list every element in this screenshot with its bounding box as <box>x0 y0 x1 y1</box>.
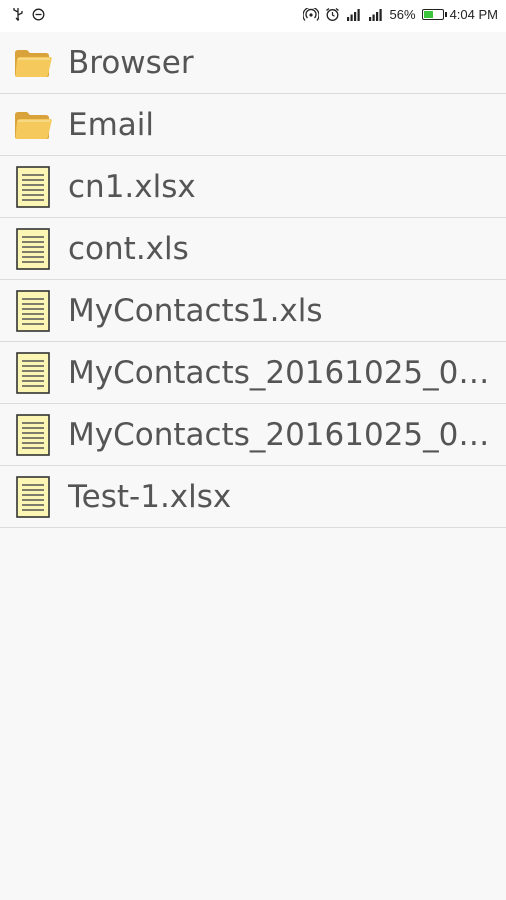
file-list-item[interactable]: cont.xls <box>0 218 506 280</box>
document-icon <box>12 289 54 332</box>
file-list-item[interactable]: Test-1.xlsx <box>0 466 506 528</box>
file-name: MyContacts_20161025_08... <box>68 354 506 391</box>
battery-fill <box>423 11 434 18</box>
file-name: Email <box>68 106 155 143</box>
folder-icon <box>12 42 54 84</box>
file-name: cn1.xlsx <box>68 168 196 205</box>
status-time: 4:04 PM <box>449 7 498 22</box>
file-name: MyContacts1.xls <box>68 292 323 329</box>
file-list-item[interactable]: MyContacts_20161025_09... <box>0 404 506 466</box>
battery-icon <box>421 9 447 20</box>
signal-1-icon <box>346 8 362 21</box>
file-list: Browser Email cn1.xlsx cont.xls MyContac… <box>0 32 506 528</box>
status-right-group: 56% 4:04 PM <box>302 7 498 22</box>
do-not-disturb-icon <box>32 8 45 21</box>
document-icon <box>12 227 54 270</box>
file-name: Browser <box>68 44 194 81</box>
status-left-group <box>12 7 45 21</box>
file-list-item[interactable]: MyContacts1.xls <box>0 280 506 342</box>
file-list-item[interactable]: MyContacts_20161025_08... <box>0 342 506 404</box>
folder-icon <box>12 104 54 146</box>
file-name: MyContacts_20161025_09... <box>68 416 506 453</box>
file-list-item[interactable]: Browser <box>0 32 506 94</box>
file-list-item[interactable]: cn1.xlsx <box>0 156 506 218</box>
status-bar: 56% 4:04 PM <box>0 0 506 32</box>
signal-2-icon <box>368 8 384 21</box>
document-icon <box>12 165 54 208</box>
document-icon <box>12 475 54 518</box>
battery-percent: 56% <box>389 7 416 22</box>
hotspot-icon <box>302 7 319 22</box>
document-icon <box>12 351 54 394</box>
document-icon <box>12 413 54 456</box>
alarm-icon <box>325 7 340 22</box>
file-list-item[interactable]: Email <box>0 94 506 156</box>
file-name: Test-1.xlsx <box>68 478 232 515</box>
usb-icon <box>12 7 24 21</box>
file-name: cont.xls <box>68 230 189 267</box>
